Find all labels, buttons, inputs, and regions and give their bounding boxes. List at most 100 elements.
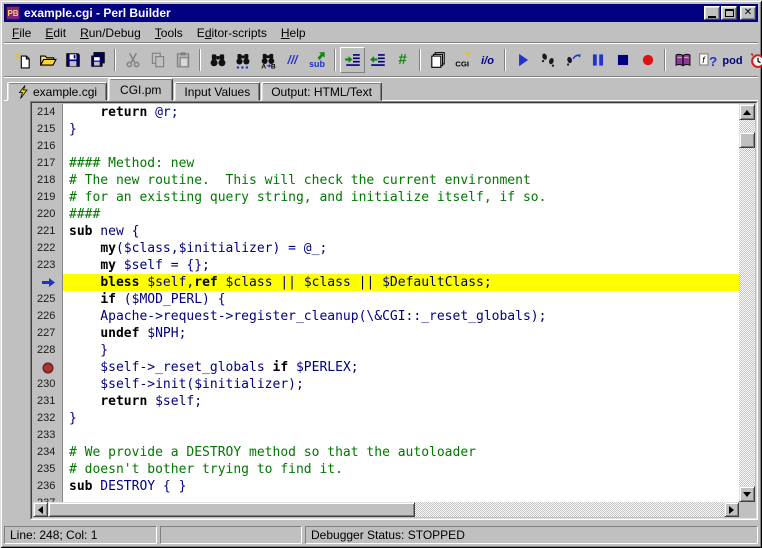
outdent-button[interactable]	[365, 47, 390, 73]
vertical-scroll-track[interactable]	[739, 120, 755, 486]
stop-button[interactable]	[610, 47, 635, 73]
line-number[interactable]: 237	[33, 495, 63, 502]
close-button[interactable]: ✕	[740, 6, 756, 20]
input-output-button[interactable]: i/o	[475, 47, 500, 73]
find-button[interactable]	[205, 47, 230, 73]
menu-editor-scripts[interactable]: Editor-scripts	[190, 24, 274, 42]
scroll-down-button[interactable]	[739, 486, 755, 502]
scroll-left-button[interactable]	[33, 502, 48, 517]
run-button[interactable]	[510, 47, 535, 73]
code-text[interactable]: my($class,$initializer) = @_;	[63, 240, 739, 257]
input-output-icon: i/o	[481, 55, 494, 67]
menu-file[interactable]: File	[5, 24, 38, 42]
menu-run-debug[interactable]: Run/Debug	[73, 24, 148, 42]
line-number[interactable]: 233	[33, 427, 63, 444]
code-text[interactable]: $self->_reset_globals if $PERLEX;	[63, 359, 739, 376]
code-text[interactable]	[63, 138, 739, 155]
comment-toggle-button[interactable]: #	[390, 47, 415, 73]
goto-sub-button[interactable]: sub	[305, 47, 330, 73]
code-text[interactable]: undef $NPH;	[63, 325, 739, 342]
toggle-breakpoint-button[interactable]	[635, 47, 660, 73]
code-text[interactable]: sub new {	[63, 223, 739, 240]
code-text[interactable]: ####	[63, 206, 739, 223]
code-text[interactable]: }	[63, 121, 739, 138]
vertical-scrollbar[interactable]	[739, 104, 755, 502]
line-number[interactable]: 214	[33, 104, 63, 121]
code-text[interactable]: }	[63, 342, 739, 359]
tab-strip: example.cgi CGI.pm Input Values Output: HTM…	[4, 78, 758, 101]
line-number[interactable]: 228	[33, 342, 63, 359]
pause-button[interactable]	[585, 47, 610, 73]
line-number[interactable]: 216	[33, 138, 63, 155]
indent-button[interactable]	[340, 47, 365, 73]
find-next-button[interactable]	[230, 47, 255, 73]
code-text[interactable]	[63, 427, 739, 444]
code-text[interactable]: # The new routine. This will check the c…	[63, 172, 739, 189]
timer-button[interactable]	[745, 47, 762, 73]
code-text[interactable]	[63, 495, 739, 502]
pod-viewer-button[interactable]: pod	[720, 47, 745, 73]
vertical-scroll-thumb[interactable]	[739, 132, 755, 148]
run-to-cursor-icon	[564, 51, 582, 69]
gutter-marker-cell[interactable]	[33, 274, 63, 291]
code-text[interactable]: if ($MOD_PERL) {	[63, 291, 739, 308]
menu-tools[interactable]: Tools	[148, 24, 190, 42]
code-text[interactable]: # doesn't bother trying to find it.	[63, 461, 739, 478]
code-line: 235 # doesn't bother trying to find it.	[33, 461, 739, 478]
run-to-cursor-button[interactable]	[560, 47, 585, 73]
help-book-button[interactable]	[670, 47, 695, 73]
minimize-button[interactable]	[704, 6, 720, 20]
save-all-button[interactable]	[85, 47, 110, 73]
window-list-button[interactable]	[425, 47, 450, 73]
gutter-marker-cell[interactable]	[33, 359, 63, 376]
code-text[interactable]: return $self;	[63, 393, 739, 410]
tab-example-cgi[interactable]: example.cgi	[7, 82, 108, 101]
line-number[interactable]: 221	[33, 223, 63, 240]
code-text[interactable]: # We provide a DESTROY method so that th…	[63, 444, 739, 461]
line-number[interactable]: 226	[33, 308, 63, 325]
open-file-button[interactable]	[35, 47, 60, 73]
line-number[interactable]: 225	[33, 291, 63, 308]
line-number[interactable]: 227	[33, 325, 63, 342]
step-over-button[interactable]	[535, 47, 560, 73]
tab-input-values[interactable]: Input Values	[174, 82, 261, 101]
menu-help[interactable]: Help	[274, 24, 313, 42]
code-text[interactable]: #### Method: new	[63, 155, 739, 172]
code-text[interactable]: return @r;	[63, 104, 739, 121]
code-text[interactable]: sub DESTROY { }	[63, 478, 739, 495]
line-number[interactable]: 231	[33, 393, 63, 410]
line-number[interactable]: 218	[33, 172, 63, 189]
line-number[interactable]: 236	[33, 478, 63, 495]
function-help-button[interactable]: f?	[695, 47, 720, 73]
find-replace-button[interactable]: AB	[255, 47, 280, 73]
maximize-button[interactable]	[721, 6, 737, 20]
code-text[interactable]: }	[63, 410, 739, 427]
scroll-up-button[interactable]	[739, 104, 755, 120]
save-file-button[interactable]	[60, 47, 85, 73]
line-number[interactable]: 220	[33, 206, 63, 223]
new-file-button[interactable]	[10, 47, 35, 73]
line-number[interactable]: 223	[33, 257, 63, 274]
code-text[interactable]: bless $self,ref $class || $class || $Def…	[63, 274, 739, 291]
line-number[interactable]: 219	[33, 189, 63, 206]
line-number[interactable]: 215	[33, 121, 63, 138]
tab-cgi-pm[interactable]: CGI.pm	[108, 78, 174, 101]
line-number[interactable]: 222	[33, 240, 63, 257]
line-number[interactable]: 217	[33, 155, 63, 172]
line-number[interactable]: 234	[33, 444, 63, 461]
code-viewport[interactable]: 214 return @r; 215} 216 217 #### Method: new…	[33, 104, 739, 502]
code-text[interactable]: $self->init($initializer);	[63, 376, 739, 393]
line-number[interactable]: 232	[33, 410, 63, 427]
line-number[interactable]: 230	[33, 376, 63, 393]
code-text[interactable]: my $self = {};	[63, 257, 739, 274]
line-number[interactable]: 235	[33, 461, 63, 478]
comment-slashes-button[interactable]: ///	[280, 47, 305, 73]
scroll-right-button[interactable]	[724, 502, 739, 517]
cgi-wizard-button[interactable]: CGI	[450, 47, 475, 73]
menu-edit[interactable]: Edit	[38, 24, 73, 42]
horizontal-scrollbar[interactable]	[33, 502, 739, 517]
code-text[interactable]: # for an existing query string, and init…	[63, 189, 739, 206]
code-text[interactable]: Apache->request->register_cleanup(\&CGI:…	[63, 308, 739, 325]
tab-output-html-text[interactable]: Output: HTML/Text	[261, 82, 382, 101]
horizontal-scroll-thumb[interactable]	[48, 502, 416, 517]
